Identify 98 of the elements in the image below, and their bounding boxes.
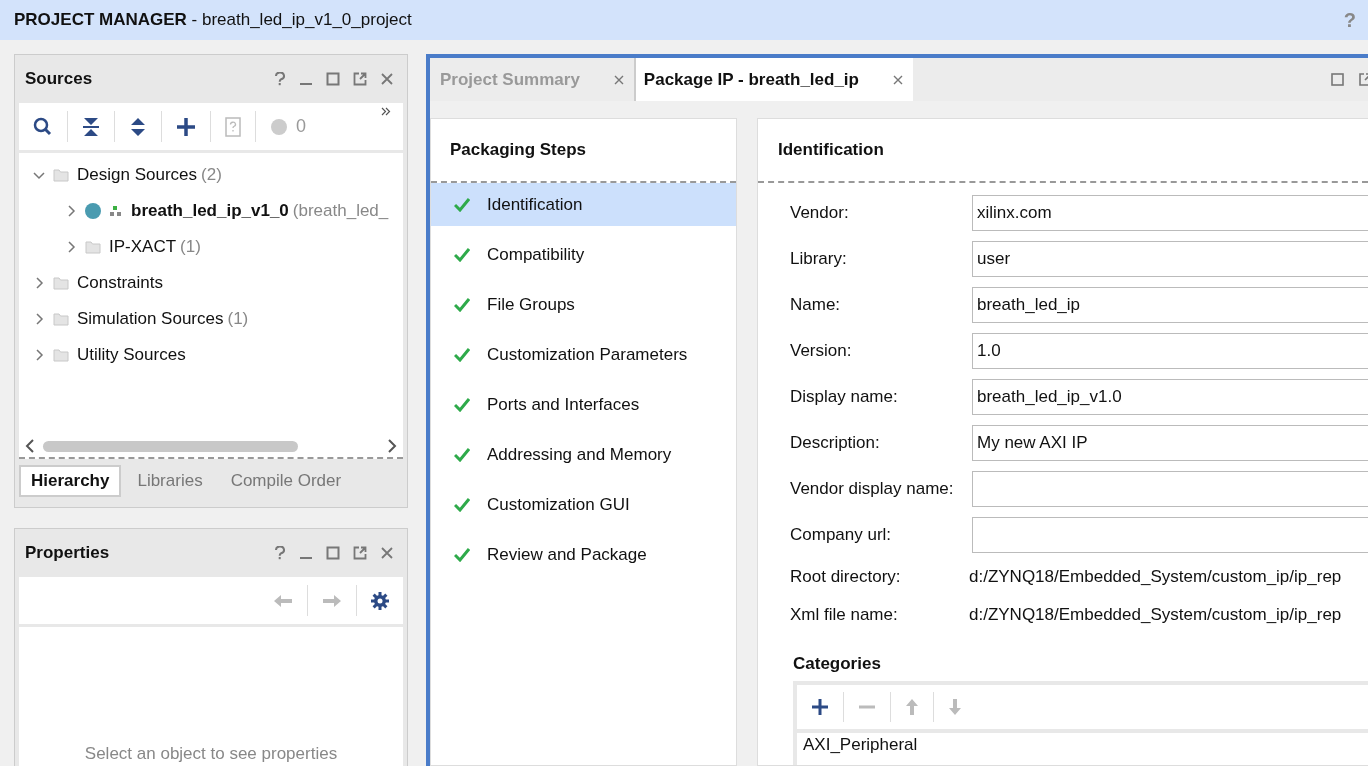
field-label: Display name:	[790, 387, 899, 407]
step-item[interactable]: Customization GUI	[431, 483, 736, 526]
scrollbar-thumb[interactable]	[43, 440, 298, 452]
field-label: Version:	[790, 341, 853, 361]
field-label: Vendor:	[790, 203, 850, 223]
tree-item[interactable]: Simulation Sources (1)	[19, 301, 403, 337]
chevron-icon[interactable]	[33, 313, 45, 325]
step-item[interactable]: File Groups	[431, 283, 736, 326]
input-field[interactable]	[972, 471, 1368, 507]
editor-tab[interactable]: Package IP - breath_led_ip	[635, 58, 913, 101]
item-count: (1)	[227, 309, 249, 329]
float-icon[interactable]	[353, 546, 367, 560]
hierarchy-icon	[109, 205, 123, 217]
item-count: (breath_led_	[292, 201, 389, 221]
field-value: d:/ZYNQ18/Embedded_System/custom_ip/ip_rep	[969, 567, 1342, 587]
field-label: Root directory:	[790, 567, 902, 587]
chevron-icon[interactable]	[33, 277, 45, 289]
float-icon[interactable]	[353, 72, 367, 86]
view-tab[interactable]: Libraries	[125, 465, 215, 497]
folder-icon	[53, 276, 69, 290]
expand-all-icon[interactable]	[129, 116, 147, 137]
close-icon[interactable]	[380, 72, 394, 86]
search-icon[interactable]	[33, 116, 53, 137]
close-icon[interactable]	[892, 74, 903, 85]
folder-icon	[53, 348, 69, 362]
tree-item[interactable]: IP-XACT (1)	[19, 229, 403, 265]
field-label: Company url:	[790, 525, 893, 545]
tree-label: breath_led_ip_v1_0	[131, 201, 289, 221]
collapse-all-icon[interactable]	[82, 116, 100, 137]
step-item[interactable]: Compatibility	[431, 233, 736, 276]
view-tab[interactable]: Hierarchy	[19, 465, 122, 497]
folder-icon	[53, 312, 69, 326]
field-value: d:/ZYNQ18/Embedded_System/custom_ip/ip_rep	[969, 605, 1342, 625]
tree-label: Utility Sources	[77, 345, 186, 365]
tree-label: Design Sources	[77, 165, 197, 185]
chevron-icon[interactable]	[65, 241, 77, 253]
input-field[interactable]: xilinx.com	[972, 195, 1368, 231]
input-field[interactable]: breath_led_ip	[972, 287, 1368, 323]
tab-label: Package IP - breath_led_ip	[643, 69, 859, 90]
section-title: Identification	[758, 119, 1368, 183]
chevron-icon[interactable]	[65, 205, 77, 217]
category-item[interactable]: AXI_Peripheral	[803, 735, 918, 754]
field-label: Library:	[790, 249, 848, 269]
folder-icon	[53, 168, 69, 182]
input-field[interactable]: 1.0	[972, 333, 1368, 369]
message-count: 0	[296, 116, 306, 137]
item-count: (1)	[180, 237, 201, 257]
up-arrow-icon[interactable]	[905, 698, 919, 716]
step-item[interactable]: Review and Package	[431, 533, 736, 576]
step-item[interactable]: Identification	[431, 183, 736, 226]
field-label: Description:	[790, 433, 881, 453]
tree-item[interactable]: breath_led_ip_v1_0 (breath_led_	[19, 193, 403, 229]
step-item[interactable]: Customization Parameters	[431, 333, 736, 376]
tab-label: Project Summary	[440, 69, 580, 90]
view-tab[interactable]: Compile Order	[218, 465, 354, 497]
field-label: Xml file name:	[790, 605, 899, 625]
help-icon[interactable]	[274, 72, 286, 86]
tree-label: IP-XACT	[109, 237, 177, 257]
tree-item[interactable]: Utility Sources	[19, 337, 403, 373]
folder-icon	[85, 240, 101, 254]
tree-item[interactable]: Constraints	[19, 265, 403, 301]
status-dot-icon	[85, 203, 101, 219]
maximize-icon[interactable]	[326, 72, 340, 86]
step-item[interactable]: Addressing and Memory	[431, 433, 736, 476]
chevron-icon[interactable]	[33, 349, 45, 361]
field-label: Name:	[790, 295, 842, 315]
add-icon[interactable]	[176, 116, 196, 137]
scroll-right-icon[interactable]	[387, 439, 397, 453]
close-icon[interactable]	[613, 74, 624, 85]
input-field[interactable]: My new AXI IP	[972, 425, 1368, 461]
tree-label: Constraints	[77, 273, 163, 293]
horizontal-scrollbar[interactable]	[19, 435, 403, 459]
window-title: PROJECT MANAGER - breath_led_ip_v1_0_project	[14, 10, 412, 30]
settings-icon[interactable]	[371, 591, 389, 610]
tree-item[interactable]: Design Sources (2)	[19, 157, 403, 193]
input-field[interactable]: user	[972, 241, 1368, 277]
panel-title: Sources	[25, 69, 93, 89]
overflow-icon[interactable]	[381, 107, 391, 116]
input-field[interactable]	[972, 517, 1368, 553]
empty-message: Select an object to see properties	[84, 744, 338, 764]
chevron-icon[interactable]	[33, 169, 45, 181]
warning-dot-icon[interactable]	[270, 117, 288, 136]
panel-title: Properties	[25, 543, 110, 563]
add-icon[interactable]	[811, 698, 829, 716]
scroll-left-icon[interactable]	[25, 439, 35, 453]
close-icon[interactable]	[380, 546, 394, 560]
step-item[interactable]: Ports and Interfaces	[431, 383, 736, 426]
input-field[interactable]: breath_led_ip_v1.0	[972, 379, 1368, 415]
tree-label: Simulation Sources	[77, 309, 224, 329]
down-arrow-icon[interactable]	[948, 698, 962, 716]
maximize-icon[interactable]	[326, 546, 340, 560]
maximize-icon[interactable]	[1331, 73, 1344, 86]
item-count: (2)	[201, 165, 222, 185]
back-arrow-icon[interactable]	[273, 593, 293, 608]
help-icon[interactable]	[274, 546, 286, 560]
forward-arrow-icon[interactable]	[322, 593, 342, 608]
field-label: Vendor display name:	[790, 479, 955, 499]
section-title: Categories	[793, 653, 882, 675]
